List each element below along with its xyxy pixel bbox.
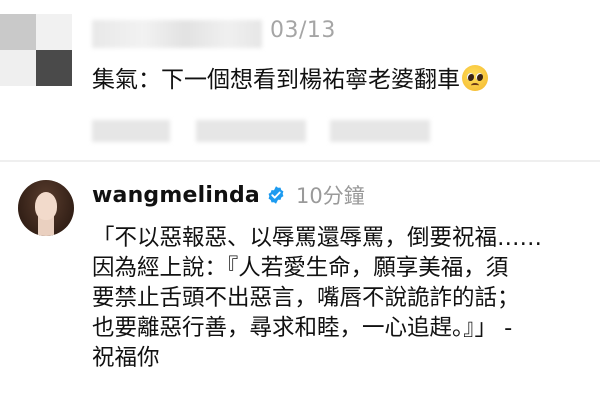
- blurred-action[interactable]: [196, 120, 306, 142]
- username-link[interactable]: wangmelinda: [92, 183, 260, 208]
- divider: [0, 160, 600, 162]
- pleading-face-icon: [462, 65, 488, 91]
- blur-pixel: [36, 14, 72, 50]
- blurred-username[interactable]: [92, 20, 262, 48]
- comment-header: wangmelinda 10分鐘: [92, 180, 365, 210]
- blurred-action[interactable]: [330, 120, 430, 142]
- comment-date: 03/13: [270, 18, 336, 43]
- blurred-avatar[interactable]: [0, 14, 72, 86]
- comment-text-content: 集氣：下一個想看到楊祐寧老婆翻車: [92, 67, 460, 93]
- blurred-action[interactable]: [92, 120, 170, 142]
- comment-text: 集氣：下一個想看到楊祐寧老婆翻車: [92, 60, 488, 94]
- comment-line: 因為經上說：『人若愛生命，願享美福，須: [92, 255, 509, 281]
- avatar[interactable]: [18, 180, 74, 236]
- comment-line: 祝福你: [92, 345, 160, 371]
- comment-body: 「不以惡報惡、以辱罵還辱罵，倒要祝福…… 因為經上說：『人若愛生命，願享美福，須…: [92, 223, 542, 373]
- comment-line: 要禁止舌頭不出惡言，嘴唇不說詭詐的話；: [92, 285, 520, 311]
- verified-badge-icon: [268, 186, 284, 204]
- comment-line: 「不以惡報惡、以辱罵還辱罵，倒要祝福……: [92, 225, 543, 251]
- comment-line: 也要離惡行善，尋求和睦，一心追趕。』」 -: [92, 315, 513, 341]
- blur-pixel: [0, 50, 36, 86]
- blur-pixel: [0, 14, 36, 50]
- blur-pixel: [36, 50, 72, 86]
- comment-time: 10分鐘: [295, 184, 365, 208]
